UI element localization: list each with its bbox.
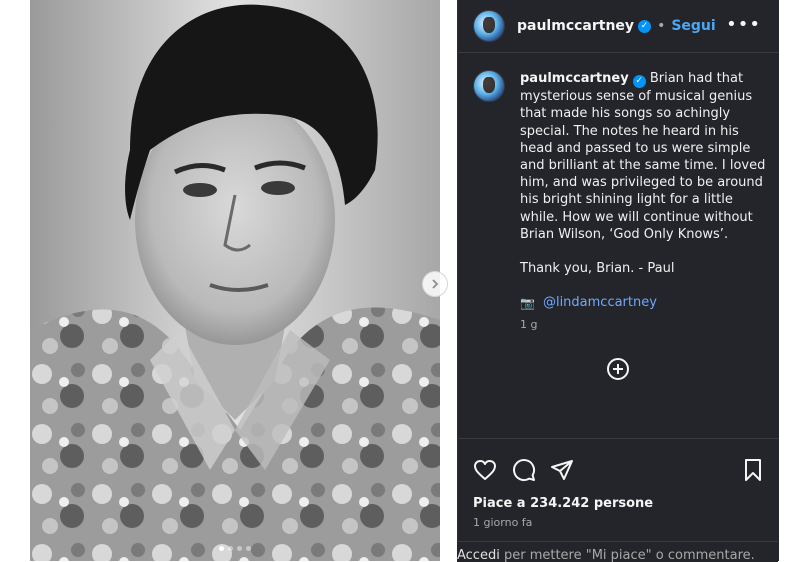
bookmark-icon[interactable]: [741, 458, 765, 482]
caption-username-link[interactable]: paulmccartney: [520, 71, 629, 86]
caption-avatar[interactable]: [473, 70, 505, 102]
login-prompt: Accedi per mettere "Mi piace" o commenta…: [457, 541, 778, 562]
post-panel: paulmccartney ✓ • Segui ••• paulmccartne…: [457, 0, 779, 561]
post-date: 1 giorno fa: [473, 516, 533, 529]
caption-body: paulmccartney ✓ Brian had that mysterious…: [520, 70, 769, 331]
header-user: paulmccartney ✓ • Segui: [517, 18, 716, 34]
caption: paulmccartney ✓ Brian had that mysterious…: [473, 70, 769, 331]
next-slide-button[interactable]: [422, 271, 448, 297]
caption-text: paulmccartney ✓ Brian had that mysterious…: [520, 70, 769, 243]
portrait-photo: [30, 0, 440, 561]
carousel-indicator: [30, 536, 440, 555]
likes-count[interactable]: Piace a 234.242 persone: [473, 496, 653, 511]
follow-button[interactable]: Segui: [671, 18, 715, 34]
login-prompt-text: per mettere "Mi piace" o commentare.: [499, 548, 755, 562]
post-photo[interactable]: [30, 0, 440, 561]
verified-badge-icon: ✓: [632, 75, 646, 89]
share-icon[interactable]: [550, 458, 574, 482]
verified-badge-icon: ✓: [638, 19, 652, 33]
carousel-dot: [246, 546, 251, 551]
heart-icon[interactable]: [473, 458, 497, 482]
actions-bar: Piace a 234.242 persone 1 giorno fa: [458, 438, 779, 539]
separator: •: [657, 18, 666, 34]
login-link[interactable]: Accedi: [457, 548, 500, 562]
post-header: paulmccartney ✓ • Segui •••: [458, 0, 779, 53]
camera-icon: 📷: [520, 295, 535, 310]
chevron-right-icon: [432, 279, 439, 289]
photo-credit: 📷 @lindamccartney: [520, 295, 769, 310]
caption-message: Brian had that mysterious sense of music…: [520, 71, 770, 242]
more-options-icon[interactable]: •••: [726, 16, 761, 34]
plus-circle-icon[interactable]: [606, 357, 630, 381]
mention-link[interactable]: @lindamccartney: [543, 295, 657, 310]
comment-icon[interactable]: [512, 458, 536, 482]
caption-signoff: Thank you, Brian. - Paul: [520, 260, 675, 276]
carousel-dot: [228, 546, 233, 551]
caption-age: 1 g: [520, 318, 538, 332]
carousel-dot: [237, 546, 242, 551]
username-link[interactable]: paulmccartney: [517, 18, 634, 34]
carousel-dot: [219, 546, 224, 551]
avatar[interactable]: [473, 10, 505, 42]
